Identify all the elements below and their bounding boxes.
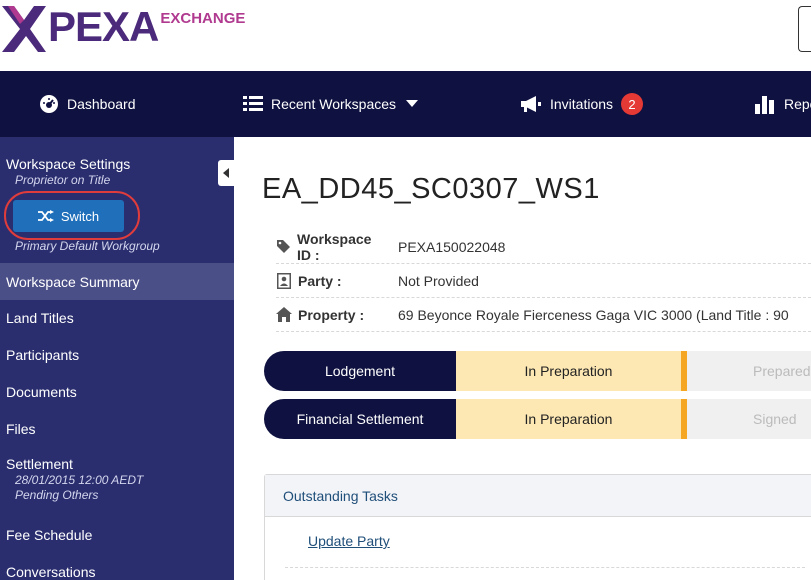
list-icon bbox=[243, 95, 263, 113]
pexa-x-icon bbox=[2, 6, 46, 52]
sidebar-item-label: Land Titles bbox=[6, 309, 74, 326]
financial-settlement-next-state: Signed bbox=[687, 399, 811, 439]
nav-invitations[interactable]: Invitations 2 bbox=[520, 71, 644, 137]
sidebar-item-label: Documents bbox=[6, 383, 77, 400]
workspace-settings-section: Workspace Settings Proprietor on Title bbox=[0, 155, 130, 188]
workspace-id-row: Workspace ID : PEXA150022048 bbox=[276, 230, 811, 264]
pexa-logo[interactable]: PEXA EXCHANGE bbox=[0, 4, 245, 56]
sidebar-item-land-titles[interactable]: Land Titles bbox=[0, 299, 234, 336]
task-link-update-party[interactable]: Update Party bbox=[308, 533, 390, 549]
brand-name: PEXA bbox=[48, 3, 159, 50]
bar-chart-icon bbox=[754, 94, 776, 114]
sidebar-item-label: Participants bbox=[6, 346, 80, 363]
workspace-settings-title[interactable]: Workspace Settings bbox=[6, 155, 130, 173]
financial-settlement-status-bar: Financial Settlement In Preparation Sign… bbox=[264, 399, 811, 439]
sidebar-item-fee-schedule[interactable]: Fee Schedule bbox=[0, 516, 234, 553]
sidebar-item-label: Workspace Summary bbox=[6, 273, 140, 290]
brand-sub: EXCHANGE bbox=[160, 10, 246, 27]
tag-icon bbox=[276, 239, 291, 254]
lodgement-state: In Preparation bbox=[456, 351, 687, 391]
nav-recent-workspaces[interactable]: Recent Workspaces bbox=[243, 71, 419, 137]
sidebar-item-label: Conversations bbox=[6, 563, 96, 580]
sidebar-item-files[interactable]: Files bbox=[0, 410, 234, 447]
home-icon bbox=[276, 307, 292, 322]
sidebar-item-label: Files bbox=[6, 420, 36, 437]
main-nav: Dashboard Recent Workspaces Invitations … bbox=[0, 71, 811, 137]
switch-button[interactable]: Switch bbox=[13, 200, 124, 232]
sidebar-item-participants[interactable]: Participants bbox=[0, 336, 234, 373]
nav-reports[interactable]: Repo bbox=[754, 71, 811, 137]
task-divider bbox=[285, 567, 805, 568]
invitations-count-badge: 2 bbox=[621, 93, 644, 115]
party-label: Party : bbox=[298, 272, 342, 289]
financial-settlement-label: Financial Settlement bbox=[264, 399, 456, 439]
workspace-id-value: PEXA150022048 bbox=[398, 238, 506, 255]
workspace-id-label: Workspace ID : bbox=[297, 230, 372, 263]
workgroup-label: Primary Default Workgroup bbox=[15, 239, 160, 253]
app-header: PEXA EXCHANGE bbox=[0, 0, 811, 71]
settlement-date: 28/01/2015 12:00 AEDT bbox=[15, 473, 144, 487]
shuffle-icon bbox=[37, 210, 54, 222]
chevron-down-icon bbox=[406, 100, 419, 108]
collapse-sidebar-button[interactable] bbox=[218, 160, 234, 186]
chevron-left-icon bbox=[223, 168, 229, 178]
outstanding-tasks-panel: Outstanding Tasks Update Party bbox=[264, 474, 811, 580]
gauge-icon bbox=[39, 94, 59, 114]
header-control[interactable] bbox=[798, 6, 811, 52]
lodgement-status-bar: Lodgement In Preparation Prepared bbox=[264, 351, 811, 391]
nav-dashboard-label: Dashboard bbox=[67, 96, 136, 112]
property-label: Property : bbox=[298, 306, 365, 323]
id-card-icon bbox=[276, 272, 292, 289]
sidebar-item-settlement[interactable]: Settlement 28/01/2015 12:00 AEDT Pending… bbox=[0, 455, 234, 503]
sidebar-item-workspace-summary[interactable]: Workspace Summary bbox=[0, 263, 234, 300]
nav-reports-label: Repo bbox=[784, 96, 811, 112]
property-value: 69 Beyonce Royale Fierceness Gaga VIC 30… bbox=[398, 306, 789, 323]
settlement-status: Pending Others bbox=[15, 488, 99, 502]
nav-recent-label: Recent Workspaces bbox=[271, 96, 397, 112]
party-value: Not Provided bbox=[398, 272, 479, 289]
sidebar-item-conversations[interactable]: Conversations bbox=[0, 553, 234, 580]
lodgement-label: Lodgement bbox=[264, 351, 456, 391]
megaphone-icon bbox=[520, 95, 542, 113]
workspace-sidebar: Workspace Settings Proprietor on Title S… bbox=[0, 137, 234, 580]
party-row: Party : Not Provided bbox=[276, 264, 811, 298]
outstanding-tasks-header[interactable]: Outstanding Tasks bbox=[265, 475, 811, 517]
sidebar-item-label: Settlement bbox=[6, 456, 73, 472]
page-title: EA_DD45_SC0307_WS1 bbox=[262, 173, 600, 205]
main-content: EA_DD45_SC0307_WS1 Workspace ID : PEXA15… bbox=[234, 137, 811, 580]
sidebar-item-documents[interactable]: Documents bbox=[0, 373, 234, 410]
nav-dashboard[interactable]: Dashboard bbox=[39, 71, 136, 137]
financial-settlement-state: In Preparation bbox=[456, 399, 687, 439]
nav-invitations-label: Invitations bbox=[550, 96, 614, 112]
sidebar-item-label: Fee Schedule bbox=[6, 526, 93, 543]
role-label: Proprietor on Title bbox=[15, 173, 111, 187]
property-row: Property : 69 Beyonce Royale Fierceness … bbox=[276, 298, 811, 332]
switch-button-label: Switch bbox=[60, 208, 100, 224]
lodgement-next-state: Prepared bbox=[687, 351, 811, 391]
